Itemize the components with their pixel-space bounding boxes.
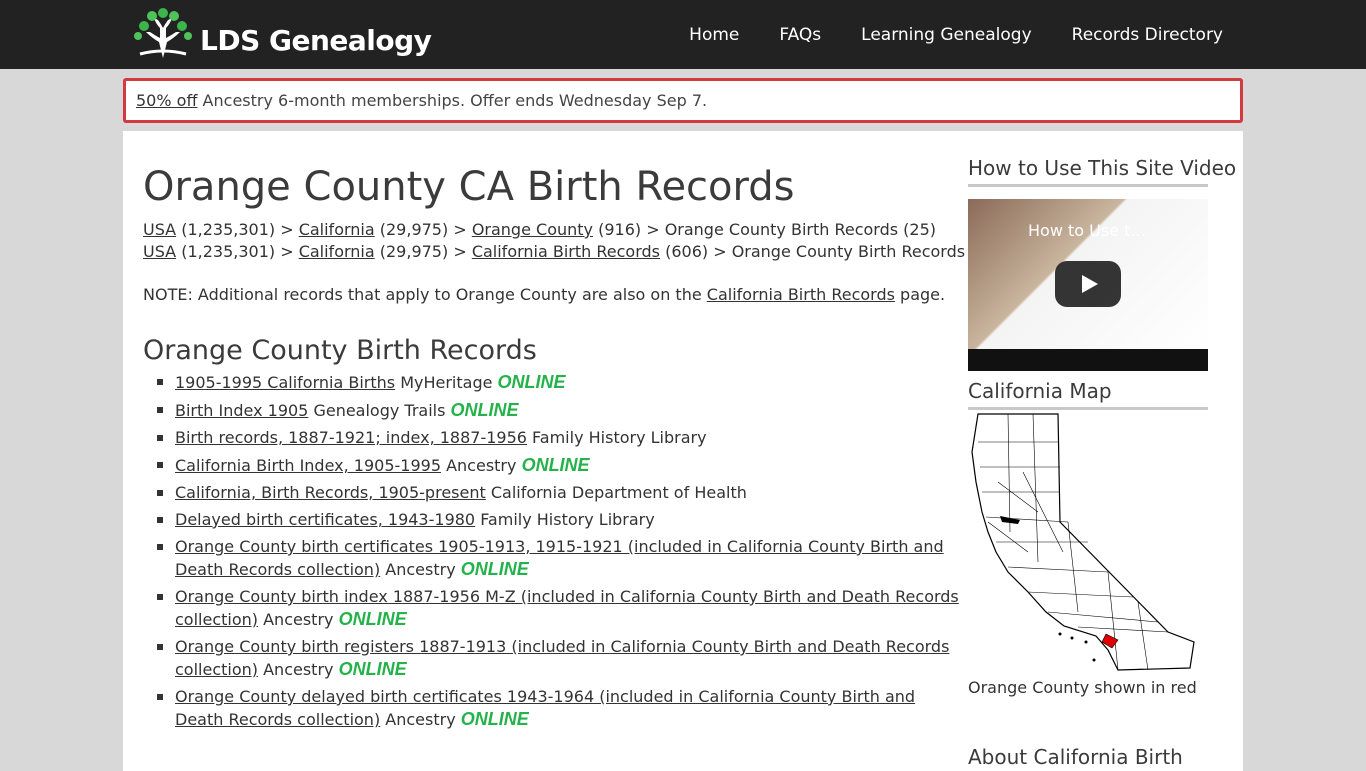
record-item: Orange County birth certificates 1905-19…	[157, 536, 965, 581]
record-item: Orange County birth index 1887-1956 M-Z …	[157, 586, 965, 631]
map-caption: Orange County shown in red	[968, 678, 1197, 697]
record-item: Orange County birth registers 1887-1913 …	[157, 636, 965, 681]
play-button-icon[interactable]	[1055, 261, 1121, 307]
main-nav: Home FAQs Learning Genealogy Records Dir…	[649, 0, 1223, 69]
video-player[interactable]: How to Use t...	[968, 199, 1208, 371]
promo-link[interactable]: 50% off	[136, 91, 197, 110]
online-badge: ONLINE	[460, 559, 529, 579]
note-prefix: NOTE: Additional records that apply to O…	[143, 285, 707, 304]
nav-faqs[interactable]: FAQs	[779, 25, 821, 45]
record-link[interactable]: California, Birth Records, 1905-present	[175, 483, 486, 502]
record-source: Family History Library	[526, 428, 707, 447]
breadcrumb-text: (1,235,301) >	[176, 242, 299, 261]
breadcrumb-text: (29,975) >	[374, 242, 472, 261]
record-source: California Department of Health	[485, 483, 747, 502]
records-list: 1905-1995 California Births MyHeritage O…	[143, 371, 965, 736]
record-item: Birth Index 1905 Genealogy Trails ONLINE	[157, 399, 965, 422]
record-source: Ancestry	[258, 660, 339, 679]
promo-text: Ancestry 6-month memberships. Offer ends…	[197, 91, 708, 110]
record-source: MyHeritage	[395, 373, 498, 392]
record-link[interactable]: California Birth Index, 1905-1995	[175, 456, 441, 475]
site-logo[interactable]: LDS Genealogy	[132, 8, 432, 60]
breadcrumb-text: (1,235,301) >	[176, 220, 299, 239]
record-source: Ancestry	[441, 456, 522, 475]
record-source: Ancestry	[380, 560, 461, 579]
note-text: NOTE: Additional records that apply to O…	[143, 285, 945, 304]
record-item: California Birth Index, 1905-1995 Ancest…	[157, 454, 965, 477]
record-source: Ancestry	[380, 710, 461, 729]
record-source: Ancestry	[258, 610, 339, 629]
online-badge: ONLINE	[338, 659, 407, 679]
record-source: Genealogy Trails	[308, 401, 451, 420]
record-item: California, Birth Records, 1905-present …	[157, 482, 965, 504]
online-badge: ONLINE	[521, 455, 590, 475]
sidebar: How to Use This Site Video How to Use t.…	[968, 156, 1236, 697]
breadcrumb-text: (606) > Orange County Birth Records (25)	[660, 242, 1004, 261]
record-link[interactable]: Birth Index 1905	[175, 401, 308, 420]
breadcrumb-text: (29,975) >	[374, 220, 472, 239]
nav-learning-genealogy[interactable]: Learning Genealogy	[861, 25, 1031, 45]
map-heading: California Map	[968, 379, 1208, 410]
breadcrumb-text: (916) > Orange County Birth Records (25)	[593, 220, 937, 239]
top-bar: LDS Genealogy Home FAQs Learning Genealo…	[0, 0, 1366, 69]
page-title: Orange County CA Birth Records	[143, 164, 795, 210]
record-item: Birth records, 1887-1921; index, 1887-19…	[157, 427, 965, 449]
breadcrumb-link[interactable]: California Birth Records	[472, 242, 660, 261]
record-item: 1905-1995 California Births MyHeritage O…	[157, 371, 965, 394]
brand-name: LDS Genealogy	[200, 23, 432, 57]
breadcrumb-link[interactable]: USA	[143, 242, 176, 261]
record-link[interactable]: Delayed birth certificates, 1943-1980	[175, 510, 475, 529]
breadcrumbs: USA (1,235,301) > California (29,975) > …	[143, 219, 1003, 263]
section-title: Orange County Birth Records	[143, 335, 537, 366]
california-map	[971, 413, 1195, 671]
breadcrumb-link[interactable]: California	[299, 242, 375, 261]
online-badge: ONLINE	[338, 609, 407, 629]
nav-records-directory[interactable]: Records Directory	[1072, 25, 1223, 45]
record-link[interactable]: Orange County delayed birth certificates…	[175, 687, 915, 729]
online-badge: ONLINE	[460, 709, 529, 729]
video-heading: How to Use This Site Video	[968, 156, 1236, 187]
nav-home[interactable]: Home	[689, 25, 739, 45]
record-item: Orange County delayed birth certificates…	[157, 686, 965, 731]
tree-logo-icon	[134, 8, 192, 58]
content-panel: Orange County CA Birth Records USA (1,23…	[123, 131, 1243, 771]
record-link[interactable]: 1905-1995 California Births	[175, 373, 395, 392]
breadcrumb-line: USA (1,235,301) > California (29,975) > …	[143, 219, 1003, 241]
promo-banner: 50% off Ancestry 6-month memberships. Of…	[123, 78, 1243, 123]
breadcrumb-link[interactable]: Orange County	[472, 220, 593, 239]
breadcrumb-line: USA (1,235,301) > California (29,975) > …	[143, 241, 1003, 263]
breadcrumb-link[interactable]: USA	[143, 220, 176, 239]
note-link[interactable]: California Birth Records	[707, 285, 895, 304]
online-badge: ONLINE	[450, 400, 519, 420]
online-badge: ONLINE	[497, 372, 566, 392]
about-heading: About California Birth	[968, 745, 1183, 769]
record-link[interactable]: Birth records, 1887-1921; index, 1887-19…	[175, 428, 527, 447]
video-title: How to Use t...	[1028, 221, 1146, 240]
breadcrumb-link[interactable]: California	[299, 220, 375, 239]
record-link[interactable]: Orange County birth certificates 1905-19…	[175, 537, 944, 579]
record-source: Family History Library	[475, 510, 655, 529]
note-suffix: page.	[894, 285, 946, 304]
record-item: Delayed birth certificates, 1943-1980 Fa…	[157, 509, 965, 531]
